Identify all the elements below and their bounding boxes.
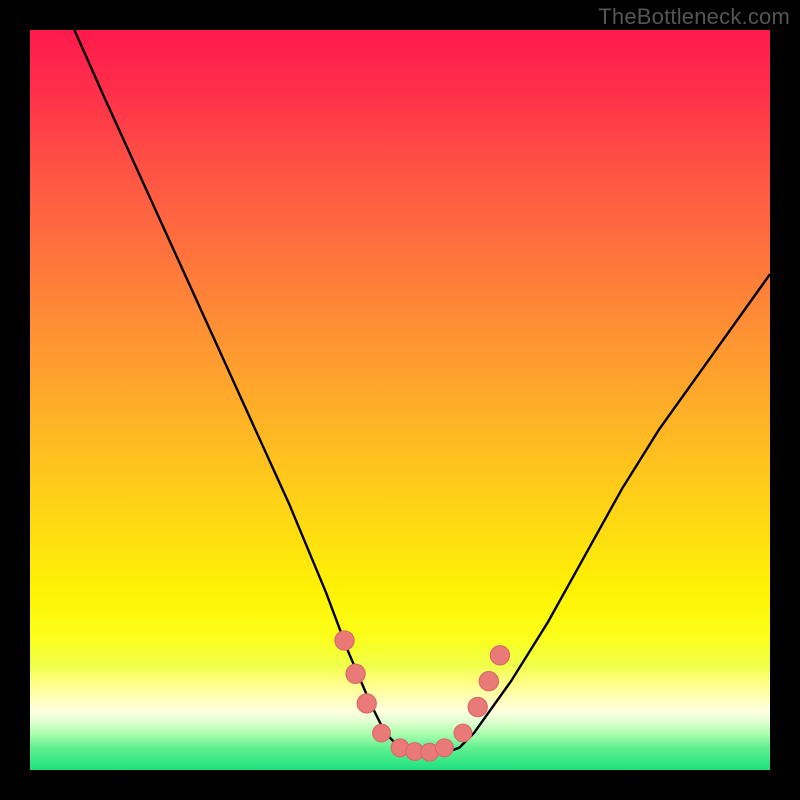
data-marker [490,646,509,665]
data-marker [346,664,365,683]
bottleneck-curve [74,30,770,754]
data-marker [468,697,487,716]
data-marker [373,724,391,742]
data-marker [357,694,376,713]
data-marker [335,631,354,650]
marker-series [335,631,510,761]
data-marker [436,739,454,757]
data-marker [454,724,472,742]
data-marker [479,672,498,691]
plot-area [30,30,770,770]
chart-frame: TheBottleneck.com [0,0,800,800]
curve-layer [30,30,770,770]
curve-series [74,30,770,754]
watermark-text: TheBottleneck.com [598,4,790,30]
